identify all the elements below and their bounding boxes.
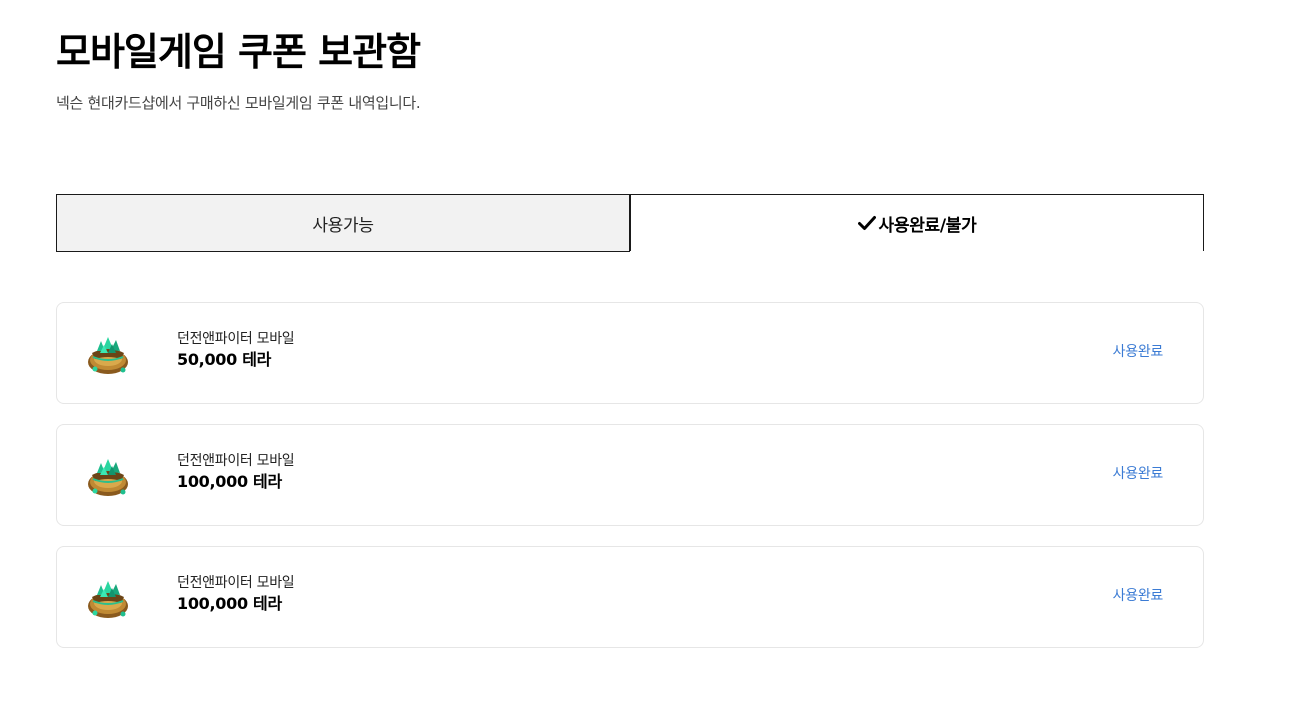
coupon-amount: 100,000 테라 [177, 594, 282, 613]
gem-bag-icon [83, 329, 133, 379]
tab-used-unavailable[interactable]: 사용완료/불가 [630, 194, 1204, 251]
page-title: 모바일게임 쿠폰 보관함 [56, 30, 421, 74]
page-subtitle: 넥슨 현대카드샵에서 구매하신 모바일게임 쿠폰 내역입니다. [56, 94, 421, 112]
coupon-card: 던전앤파이터 모바일 100,000 테라 사용완료 [56, 424, 1204, 526]
coupon-card: 던전앤파이터 모바일 100,000 테라 사용완료 [56, 546, 1204, 648]
tab-available-label: 사용가능 [312, 215, 374, 236]
tab-available[interactable]: 사용가능 [56, 194, 630, 252]
coupon-page: 모바일게임 쿠폰 보관함 넥슨 현대카드샵에서 구매하신 모바일게임 쿠폰 내역… [0, 0, 1309, 719]
check-icon [857, 214, 876, 232]
coupon-status: 사용완료 [1112, 466, 1164, 482]
coupon-status: 사용완료 [1112, 588, 1164, 604]
coupon-game-name: 던전앤파이터 모바일 [177, 331, 295, 347]
coupon-amount: 50,000 테라 [177, 350, 272, 369]
coupon-amount: 100,000 테라 [177, 472, 282, 491]
coupon-game-name: 던전앤파이터 모바일 [177, 453, 295, 469]
gem-bag-icon [83, 573, 133, 623]
coupon-text: 던전앤파이터 모바일 50,000 테라 [177, 329, 295, 371]
coupon-text: 던전앤파이터 모바일 100,000 테라 [177, 573, 295, 615]
coupon-status: 사용완료 [1112, 344, 1164, 360]
coupon-text: 던전앤파이터 모바일 100,000 테라 [177, 451, 295, 493]
coupon-card: 던전앤파이터 모바일 50,000 테라 사용완료 [56, 302, 1204, 404]
coupon-tabs: 사용가능 사용완료/불가 [56, 194, 1204, 252]
coupon-list: 던전앤파이터 모바일 50,000 테라 사용완료 던전앤파이터 모바일 100… [56, 302, 1204, 668]
coupon-game-name: 던전앤파이터 모바일 [177, 575, 295, 591]
tab-used-unavailable-label: 사용완료/불가 [878, 215, 977, 236]
gem-bag-icon [83, 451, 133, 501]
